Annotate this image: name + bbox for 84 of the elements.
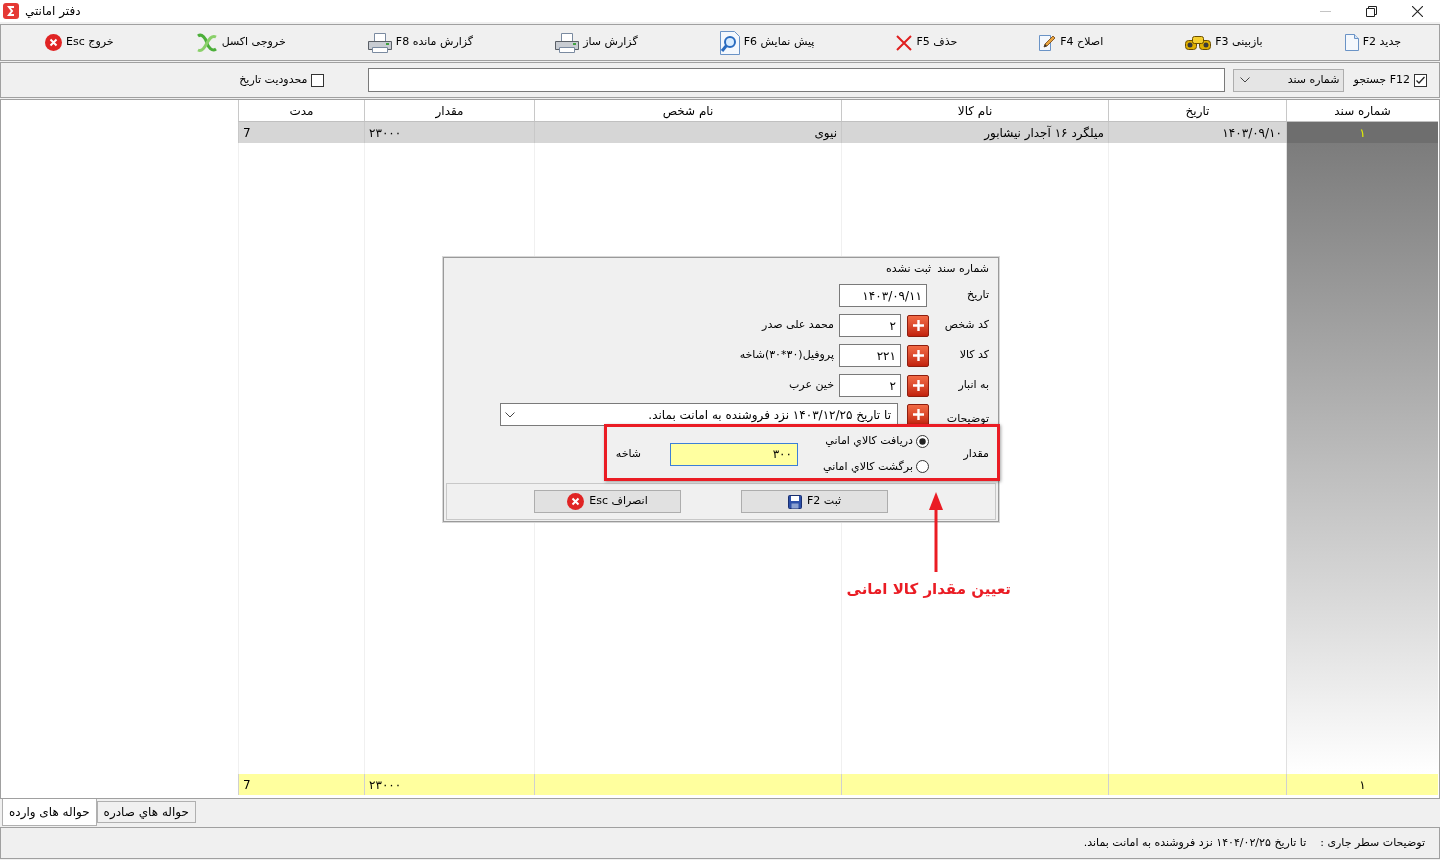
chevron-down-icon xyxy=(1240,77,1251,83)
quantity-field[interactable]: ۳۰۰ xyxy=(670,442,798,466)
radio-button[interactable] xyxy=(916,460,929,474)
search-by-dropdown[interactable]: شماره سند xyxy=(1233,68,1345,92)
column-header[interactable]: تاریخ xyxy=(1108,100,1286,121)
toolbar-button[interactable]: اصلاح F4 xyxy=(1037,27,1106,58)
field-label: مقدار xyxy=(962,445,989,462)
app-logo-icon xyxy=(3,3,19,19)
toolbar-button[interactable]: خروجی اکسل xyxy=(193,27,288,58)
table-cell: ۲۳۰۰۰ xyxy=(364,122,534,143)
printer-icon xyxy=(367,32,392,53)
table-cell: ۱۴۰۳/۰۹/۱۰ xyxy=(1108,122,1286,143)
toolbar-button[interactable]: جدید F2 xyxy=(1342,27,1403,58)
toolbar-button[interactable]: پیش نمایش F6 xyxy=(717,27,817,58)
date-field[interactable]: ۱۴۰۳/۰۹/۱۱ xyxy=(839,284,927,307)
radio-label: برگشت کالاي اماني xyxy=(823,458,913,475)
binoculars-icon xyxy=(1185,34,1212,51)
minimize-icon xyxy=(1319,10,1331,12)
tab[interactable]: حواله های وارده xyxy=(2,799,97,826)
field-label: به انبار xyxy=(957,377,989,394)
toolbar-button[interactable]: گزارش ساز xyxy=(553,27,640,58)
cross-icon xyxy=(896,34,913,51)
toolbar-button[interactable]: حذف F5 xyxy=(894,27,960,58)
pencil-page-icon xyxy=(1039,34,1057,51)
column-header[interactable]: مدت xyxy=(238,100,364,121)
field-label: توضیحات xyxy=(945,410,989,427)
add-button[interactable] xyxy=(907,344,929,367)
chevron-down-icon xyxy=(505,411,515,418)
table-cell: نیوی xyxy=(534,122,841,143)
lookup-name: پروفیل(۳۰*۳۰)شاخه xyxy=(739,347,834,364)
restore-icon xyxy=(1365,5,1377,17)
field-label: کد کالا xyxy=(958,347,989,364)
column-header[interactable]: مقدار xyxy=(364,100,534,121)
total-cell: ۱ xyxy=(1286,774,1438,795)
column-header[interactable]: نام شخص xyxy=(534,100,841,121)
total-cell: ۲۳۰۰۰ xyxy=(364,774,534,795)
table-cell: ۱ xyxy=(1286,122,1438,143)
plus-icon xyxy=(912,350,924,361)
document-status: ثبت نشده xyxy=(886,260,932,277)
lookup-name: خین عرب xyxy=(789,377,834,394)
checkbox-label: محدودیت تاریخ xyxy=(239,71,308,88)
search-field[interactable] xyxy=(368,68,1226,92)
swirl-icon xyxy=(195,32,218,53)
column-header[interactable]: نام کالا xyxy=(841,100,1108,121)
save-button[interactable]: ثبت F2 xyxy=(741,490,888,513)
close-icon xyxy=(1411,5,1423,17)
annotation-caption: تعیین مقدار کالا امانی xyxy=(846,579,1011,600)
status-label: توضیحات سطر جاری : xyxy=(1320,834,1425,851)
tab[interactable]: حواله هاي صادره xyxy=(96,801,196,823)
toolbar-button[interactable]: بازبینی F3 xyxy=(1183,27,1265,58)
description-combo[interactable]: تا تاریخ ۱۴۰۳/۱۲/۲۵ نزد فروشنده به امانت بماند. xyxy=(500,403,898,426)
cancel-button[interactable]: انصراف Esc xyxy=(534,490,681,513)
window-title: دفتر امانتي xyxy=(25,3,81,20)
checkbox-label: F12 جستجو xyxy=(1353,71,1410,88)
code-field[interactable]: ۲ xyxy=(839,314,901,337)
unit-label: شاخه xyxy=(615,445,641,462)
field-label: تاریخ xyxy=(966,287,989,304)
plus-icon xyxy=(912,380,924,391)
x-circle-icon xyxy=(45,34,63,51)
plus-icon xyxy=(912,320,924,331)
code-field[interactable]: ۲۲۱ xyxy=(839,344,901,367)
table-cell: 7 xyxy=(238,122,364,143)
radio-button[interactable] xyxy=(916,434,929,448)
status-text: تا تاریخ ۱۴۰۴/۰۲/۲۵ نزد فروشنده به امانت بماند. xyxy=(1083,834,1307,851)
checkbox[interactable] xyxy=(311,73,325,87)
field-label: کد شخص xyxy=(943,317,989,334)
magnifier-page-icon xyxy=(719,30,740,55)
printer-icon xyxy=(555,32,580,53)
radio-label: دریافت کالاي اماني xyxy=(825,433,913,449)
code-field[interactable]: ۲ xyxy=(839,374,901,397)
document-icon xyxy=(1344,34,1359,51)
total-cell: 7 xyxy=(238,774,364,795)
checkbox[interactable] xyxy=(1414,73,1427,87)
toolbar-button[interactable]: خروج Esc xyxy=(43,27,116,58)
column-header[interactable]: شماره سند xyxy=(1286,100,1438,121)
lookup-name: محمد علی صدر xyxy=(762,317,834,334)
document-number-label: شماره سند xyxy=(937,260,989,277)
add-button[interactable] xyxy=(907,374,929,397)
add-button[interactable] xyxy=(907,403,929,426)
table-cell: میلگرد ۱۶ آجدار نیشابور xyxy=(841,122,1108,143)
toolbar-button[interactable]: گزارش مانده F8 xyxy=(365,27,476,58)
add-button[interactable] xyxy=(907,314,929,337)
plus-icon xyxy=(912,409,924,420)
x-circle-icon xyxy=(567,493,585,510)
